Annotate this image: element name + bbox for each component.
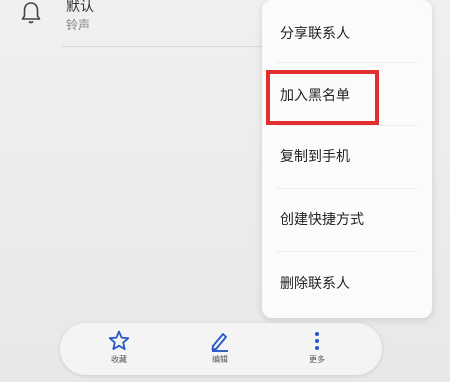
more-button[interactable]: 更多 — [282, 327, 352, 371]
menu-divider — [276, 188, 418, 189]
star-icon — [108, 330, 130, 350]
pencil-icon — [211, 333, 228, 352]
menu-divider — [276, 125, 418, 126]
divider — [62, 46, 272, 47]
bottom-action-bar: 收藏 编辑 更多 — [60, 323, 382, 375]
ringtone-value: 默认 — [66, 0, 94, 15]
favorite-label: 收藏 — [111, 355, 127, 364]
edit-label: 编辑 — [212, 355, 228, 364]
menu-divider — [276, 62, 418, 63]
favorite-button[interactable]: 收藏 — [84, 327, 154, 371]
edit-button[interactable]: 编辑 — [185, 327, 255, 371]
bell-icon — [21, 2, 41, 24]
ringtone-label: 铃声 — [66, 18, 91, 32]
popup-menu: 分享联系人 加入黑名单 复制到手机 创建快捷方式 删除联系人 — [262, 0, 432, 318]
more-vertical-icon — [315, 332, 319, 350]
highlight-box — [266, 70, 379, 125]
menu-item-delete-contact[interactable]: 删除联系人 — [262, 259, 432, 309]
menu-divider — [276, 251, 418, 252]
menu-item-share-contact[interactable]: 分享联系人 — [262, 9, 432, 59]
more-label: 更多 — [309, 355, 325, 364]
menu-item-create-shortcut[interactable]: 创建快捷方式 — [262, 195, 432, 245]
ringtone-row[interactable]: 默认 铃声 — [0, 0, 300, 47]
menu-item-copy-to-phone[interactable]: 复制到手机 — [262, 132, 432, 182]
